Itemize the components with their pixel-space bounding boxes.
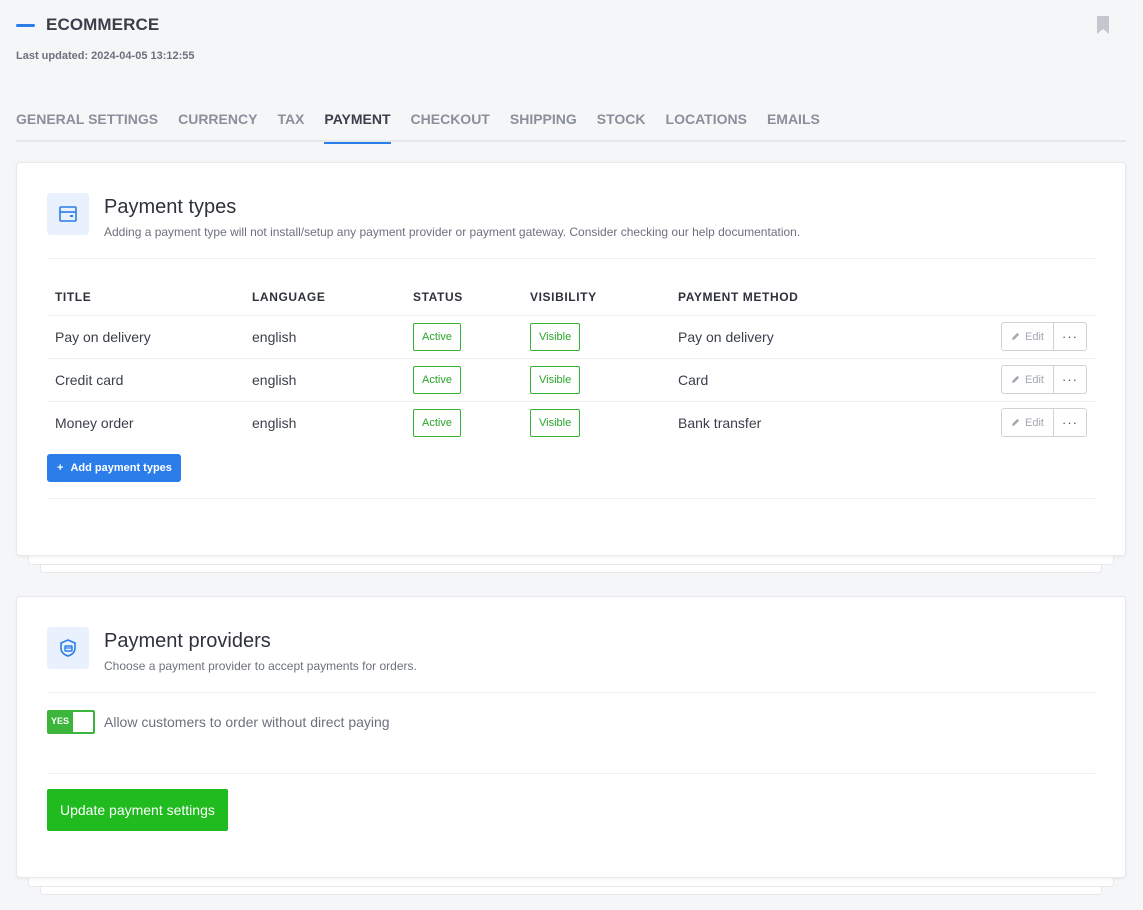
row-title: Money order bbox=[55, 414, 134, 431]
tab-shipping[interactable]: SHIPPING bbox=[510, 107, 577, 142]
edit-button[interactable]: Edit bbox=[1001, 408, 1054, 438]
ellipsis-icon: ··· bbox=[1062, 372, 1078, 387]
row-language: english bbox=[252, 414, 297, 431]
plus-icon: + bbox=[57, 462, 64, 474]
update-payment-settings-button[interactable]: Update payment settings bbox=[47, 789, 228, 831]
edit-label: Edit bbox=[1025, 330, 1044, 343]
more-options-button[interactable]: ··· bbox=[1054, 322, 1087, 351]
table-row: Credit card english Active Visible Card … bbox=[47, 358, 1095, 402]
more-options-button[interactable]: ··· bbox=[1054, 365, 1087, 394]
tab-emails[interactable]: EMAILS bbox=[767, 107, 820, 142]
title-accent bbox=[16, 23, 35, 27]
payment-providers-title: Payment providers bbox=[104, 630, 271, 652]
direct-paying-toggle[interactable]: YES bbox=[47, 710, 95, 734]
column-title[interactable]: TITLE bbox=[47, 259, 244, 316]
tab-stock[interactable]: STOCK bbox=[597, 107, 646, 142]
bookmark-icon[interactable] bbox=[1096, 16, 1110, 34]
edit-button[interactable]: Edit bbox=[1001, 365, 1054, 394]
ellipsis-icon: ··· bbox=[1062, 329, 1078, 344]
payment-types-title: Payment types bbox=[104, 196, 237, 218]
visibility-badge: Visible bbox=[530, 365, 581, 394]
page-header: ECOMMERCE Last updated: 2024-04-05 13:12… bbox=[16, 14, 1127, 62]
card-stack-shadow bbox=[28, 877, 1114, 887]
tab-payment[interactable]: PAYMENT bbox=[324, 107, 391, 144]
row-language: english bbox=[244, 315, 405, 359]
row-payment-method: Card bbox=[670, 358, 985, 402]
column-visibility[interactable]: VISIBILITY bbox=[522, 259, 670, 316]
row-title: Pay on delivery bbox=[47, 315, 244, 359]
payment-providers-card: Payment providers Choose a payment provi… bbox=[16, 596, 1126, 878]
last-updated: Last updated: 2024-04-05 13:12:55 bbox=[16, 50, 195, 62]
column-actions bbox=[985, 259, 1095, 316]
pencil-icon bbox=[1011, 375, 1020, 384]
status-badge: Active bbox=[413, 365, 461, 394]
payment-providers-icon bbox=[47, 627, 89, 669]
status-badge: Active bbox=[413, 408, 461, 437]
row-payment-method: Bank transfer bbox=[678, 414, 762, 431]
card-stack-shadow bbox=[28, 555, 1114, 565]
tab-checkout[interactable]: CHECKOUT bbox=[411, 107, 490, 142]
toggle-state: YES bbox=[51, 716, 70, 726]
visibility-badge: Visible bbox=[530, 322, 581, 351]
tab-locations[interactable]: LOCATIONS bbox=[666, 107, 747, 142]
table-row: Pay on delivery english Active Visible P… bbox=[47, 315, 1095, 359]
payment-types-section: Payment types Adding a payment type will… bbox=[16, 162, 1126, 573]
divider bbox=[47, 498, 1095, 499]
column-language[interactable]: LANGUAGE bbox=[244, 259, 405, 316]
divider bbox=[47, 773, 1095, 774]
direct-paying-label: Allow customers to order without direct … bbox=[104, 714, 390, 730]
table-row: Money order english Active Visible Bank … bbox=[47, 401, 1095, 444]
row-language: english bbox=[244, 358, 405, 402]
pencil-icon bbox=[1011, 419, 1020, 427]
payment-types-table: TITLE LANGUAGE STATUS VISIBILITY PAYMENT… bbox=[47, 259, 1095, 444]
payment-types-icon bbox=[47, 193, 89, 235]
payment-types-description: Adding a payment type will not install/s… bbox=[104, 225, 801, 239]
add-payment-types-button[interactable]: + Add payment types bbox=[47, 454, 181, 482]
toggle-knob bbox=[73, 712, 93, 732]
column-status[interactable]: STATUS bbox=[405, 259, 522, 316]
row-title: Credit card bbox=[47, 358, 244, 402]
row-payment-method: Pay on delivery bbox=[670, 315, 985, 359]
add-payment-types-label: Add payment types bbox=[70, 462, 172, 474]
status-badge: Active bbox=[413, 322, 461, 351]
payment-providers-section: Payment providers Choose a payment provi… bbox=[16, 596, 1126, 895]
edit-button[interactable]: Edit bbox=[1001, 322, 1054, 351]
edit-label: Edit bbox=[1025, 373, 1044, 386]
payment-providers-description: Choose a payment provider to accept paym… bbox=[104, 659, 417, 673]
settings-tabs: GENERAL SETTINGS CURRENCY TAX PAYMENT CH… bbox=[16, 107, 1126, 144]
more-options-button[interactable]: ··· bbox=[1054, 408, 1087, 438]
pencil-icon bbox=[1011, 332, 1020, 341]
tab-currency[interactable]: CURRENCY bbox=[178, 107, 257, 142]
tab-general-settings[interactable]: GENERAL SETTINGS bbox=[16, 107, 158, 142]
edit-label: Edit bbox=[1025, 416, 1044, 429]
tab-tax[interactable]: TAX bbox=[277, 107, 304, 142]
visibility-badge: Visible bbox=[530, 408, 581, 437]
payment-types-card: Payment types Adding a payment type will… bbox=[16, 162, 1126, 556]
page-title: ECOMMERCE bbox=[46, 15, 160, 34]
column-payment-method[interactable]: PAYMENT METHOD bbox=[670, 259, 985, 316]
ellipsis-icon: ··· bbox=[1062, 415, 1078, 431]
